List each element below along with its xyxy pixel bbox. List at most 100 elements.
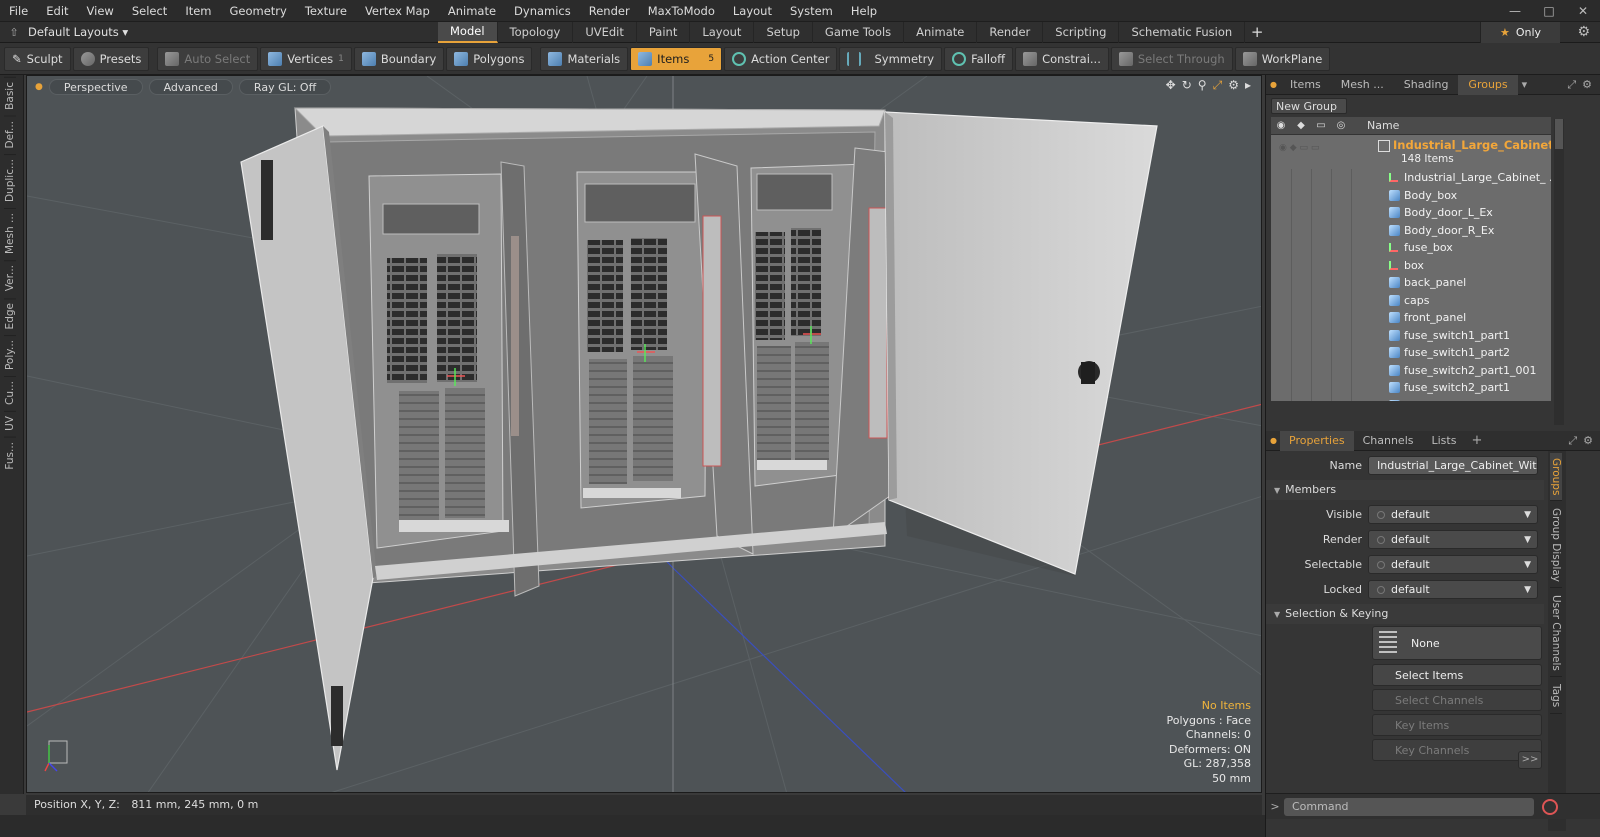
expand-panel-icon[interactable]: ⤢ [1567, 78, 1576, 92]
tree-item[interactable]: caps [1271, 292, 1551, 310]
tab-shading[interactable]: Shading [1394, 75, 1459, 95]
tree-item[interactable]: Body_box [1271, 187, 1551, 205]
expand-icon[interactable]: ▸ [1245, 78, 1251, 93]
menu-edit[interactable]: Edit [37, 4, 77, 18]
left-tab-6[interactable]: Poly... [4, 334, 16, 375]
fit-icon[interactable]: ⤢ [1213, 78, 1223, 93]
record-icon[interactable] [1542, 798, 1558, 815]
render-icon[interactable]: ◆ [1291, 120, 1311, 131]
menu-maxtomodo[interactable]: MaxToModo [639, 4, 724, 18]
tab-render[interactable]: Render [977, 21, 1044, 43]
eye-icon[interactable]: ◉ [1271, 120, 1291, 131]
falloff-button[interactable]: Falloff [944, 46, 1014, 71]
layouts-dropdown[interactable]: Default Layouts ▾ [28, 25, 438, 39]
properties-menu-icon[interactable]: ● [1270, 436, 1280, 445]
tab-channels[interactable]: Channels [1354, 431, 1423, 451]
pan-icon[interactable]: ✥ [1166, 78, 1176, 93]
minimize-icon[interactable]: — [1498, 4, 1532, 18]
tree-item[interactable]: box [1271, 257, 1551, 275]
expand-properties-icon[interactable]: ⤢ [1568, 434, 1577, 448]
tree-item[interactable]: fuse_box [1271, 239, 1551, 257]
tree-item[interactable]: Industrial_Large_Cabinet_ ... [1271, 169, 1551, 187]
tab-layout[interactable]: Layout [690, 21, 755, 43]
zoom-icon[interactable]: ⚲ [1198, 78, 1207, 93]
command-input[interactable]: Command [1284, 797, 1534, 816]
constraints-button[interactable]: Constrai... [1015, 46, 1109, 71]
menu-vertex-map[interactable]: Vertex Map [356, 4, 439, 18]
tab-scripting[interactable]: Scripting [1043, 21, 1120, 43]
3d-viewport[interactable]: ● Perspective Advanced Ray GL: Off ✥ ↻ ⚲… [26, 75, 1262, 793]
locked-dropdown[interactable]: default ▼ [1368, 580, 1538, 599]
new-group-button[interactable]: New Group [1271, 98, 1347, 114]
tab-lists[interactable]: Lists [1423, 431, 1466, 451]
tab-groups[interactable]: Groups [1458, 74, 1518, 95]
tree-item[interactable]: fuse_switch1_part1 [1271, 327, 1551, 345]
more-button[interactable]: >> [1518, 751, 1542, 769]
tree-item[interactable]: Body_door_R_Ex [1271, 222, 1551, 240]
action-center-button[interactable]: Action Center [724, 46, 838, 71]
tree-item[interactable]: Body_door_L_Ex [1271, 204, 1551, 222]
sculpt-button[interactable]: ✎ Sculpt [4, 46, 71, 71]
menu-help[interactable]: Help [842, 4, 886, 18]
lock-icon[interactable]: ▭ [1311, 120, 1331, 131]
viewport-menu-icon[interactable]: ● [35, 82, 43, 92]
menu-system[interactable]: System [781, 4, 842, 18]
left-tab-7[interactable]: Cu... [4, 376, 16, 410]
vertices-button[interactable]: Vertices 1 [260, 46, 352, 71]
selectable-dropdown[interactable]: default ▼ [1368, 555, 1538, 574]
menu-select[interactable]: Select [123, 4, 176, 18]
tab-model[interactable]: Model [438, 21, 498, 43]
visible-dropdown[interactable]: default ▼ [1368, 505, 1538, 524]
auto-select-button[interactable]: Auto Select [157, 46, 259, 71]
tree-item[interactable]: back_panel [1271, 274, 1551, 292]
side-tab-user-channels[interactable]: User Channels [1550, 590, 1562, 678]
panel-gear-icon[interactable]: ⚙ [1582, 78, 1592, 92]
left-tab-1[interactable]: Def... [4, 115, 16, 153]
tab-setup[interactable]: Setup [754, 21, 813, 43]
menu-texture[interactable]: Texture [296, 4, 356, 18]
members-section[interactable]: ▼ Members [1266, 480, 1544, 500]
render-dropdown[interactable]: default ▼ [1368, 530, 1538, 549]
none-button[interactable]: None [1372, 626, 1542, 660]
tab-uvedit[interactable]: UVEdit [573, 21, 637, 43]
left-tab-9[interactable]: Fus... [4, 436, 16, 474]
left-tab-8[interactable]: UV [4, 411, 16, 435]
visibility-toggles[interactable]: ◉ ◆ ▭ ▭ [1279, 143, 1319, 153]
tab-properties[interactable]: Properties [1280, 430, 1354, 451]
side-tab-groups[interactable]: Groups [1550, 453, 1562, 502]
select-items-button[interactable]: Select Items [1372, 664, 1542, 686]
select-icon[interactable]: ◎ [1331, 120, 1351, 131]
presets-button[interactable]: Presets [72, 46, 150, 71]
selection-keying-section[interactable]: ▼ Selection & Keying [1266, 604, 1544, 624]
tab-paint[interactable]: Paint [637, 21, 691, 43]
side-tab-group-display[interactable]: Group Display [1550, 503, 1562, 589]
panel-menu-icon[interactable]: ● [1270, 80, 1280, 89]
menu-view[interactable]: View [78, 4, 123, 18]
left-tab-0[interactable]: Basic [4, 77, 16, 114]
menu-item[interactable]: Item [176, 4, 220, 18]
materials-button[interactable]: Materials [540, 46, 629, 71]
left-tab-2[interactable]: Duplic... [4, 154, 16, 207]
properties-gear-icon[interactable]: ⚙ [1583, 434, 1593, 448]
tab-schematic-fusion[interactable]: Schematic Fusion [1119, 21, 1246, 43]
tab-dropdown-icon[interactable]: ▾ [1522, 78, 1528, 91]
symmetry-button[interactable]: Symmetry [839, 46, 943, 71]
items-button[interactable]: Items 5 [630, 46, 723, 71]
menu-dynamics[interactable]: Dynamics [505, 4, 580, 18]
tree-item[interactable]: fuse_switch2_part1_001 [1271, 362, 1551, 380]
name-field[interactable]: Industrial_Large_Cabinet_With_E [1368, 456, 1538, 475]
key-items-button[interactable]: Key Items [1372, 714, 1542, 736]
boundary-button[interactable]: Boundary [353, 46, 445, 71]
left-tab-5[interactable]: Edge [4, 297, 16, 333]
gear-icon[interactable]: ⚙ [1577, 24, 1590, 40]
tab-animate[interactable]: Animate [904, 21, 978, 43]
add-properties-tab-icon[interactable]: + [1471, 433, 1482, 448]
only-toggle[interactable]: ★ Only [1480, 22, 1560, 43]
add-tab-icon[interactable]: + [1245, 23, 1269, 41]
select-channels-button[interactable]: Select Channels [1372, 689, 1542, 711]
tab-mesh[interactable]: Mesh ... [1331, 75, 1394, 95]
viewport-settings-icon[interactable]: ⚙ [1228, 78, 1239, 93]
tree-item[interactable]: front_panel [1271, 309, 1551, 327]
menu-file[interactable]: File [0, 4, 37, 18]
menu-geometry[interactable]: Geometry [221, 4, 296, 18]
